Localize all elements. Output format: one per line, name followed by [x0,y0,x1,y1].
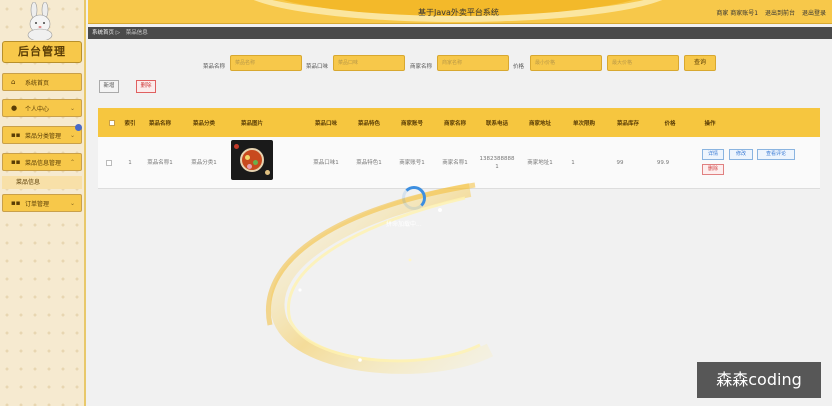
col-header: 菜品口味 [314,120,337,127]
cell-feature: 菜品特色1 [356,160,382,166]
col-header: 操作 [704,120,716,127]
taste-input[interactable]: 菜品口味 [333,55,405,71]
sidebar-item-dish-management[interactable]: ▪▪ 菜品信息管理 ⌃ [2,153,82,171]
sidebar-item-personal-center[interactable]: ● 个人中心 ⌄ [2,99,82,117]
cell-taste: 菜品口味1 [313,160,339,166]
sidebar: 后台管理 ⌂ 系统首页 ● 个人中心 ⌄ ▪▪ 菜品分类管理 ⌄ ▪▪ 菜品信息… [0,0,86,406]
col-header: 菜品特色 [357,120,380,127]
search-button[interactable]: 查询 [684,55,716,71]
cell-stock: 99 [616,160,624,166]
col-header: 商家账号 [400,120,423,127]
col-header: 单次限购 [572,120,595,127]
rabbit-mascot-icon [27,2,53,40]
cell-merchant-account: 商家账号1 [399,160,425,166]
sidebar-item-label: 订单管理 [25,200,50,208]
max-price-input[interactable]: 最大价格 [607,55,679,71]
sidebar-item-label: 菜品信息管理 [25,159,62,167]
col-header: 菜品库存 [616,120,639,127]
cell-phone: 13823888881 [479,156,515,170]
cell-address: 商家地址1 [527,160,553,166]
row-delete-button[interactable]: 删除 [702,164,724,175]
site-title: 基于Java外卖平台系统 [418,8,499,17]
col-header: 索引 [124,120,136,127]
admin-title: 后台管理 [2,41,82,63]
table-header: 索引 菜品名称 菜品分类 菜品图片 菜品口味 菜品特色 商家账号 商家名称 联系… [98,108,820,137]
grid-icon: ▪▪ [11,131,21,139]
cell-category: 菜品分类1 [191,160,217,166]
col-header: 菜品分类 [192,120,215,127]
top-header: 基于Java外卖平台系统 商家 商家账号1 退出到前台 退出登录 [88,0,832,24]
cell-index: 1 [128,160,132,166]
row-checkbox[interactable] [106,160,112,166]
sidebar-item-order-management[interactable]: ▪▪ 订单管理 ⌄ [2,194,82,212]
min-price-input[interactable]: 最小价格 [530,55,602,71]
cursor-indicator [75,124,82,131]
sidebar-item-home[interactable]: ⌂ 系统首页 [2,73,82,91]
col-header: 联系电话 [485,120,508,127]
grid-icon: ▪▪ [11,199,21,207]
search-label-price: 价格 [513,64,525,70]
sidebar-item-label: 菜品分类管理 [25,132,62,140]
detail-button[interactable]: 详情 [702,149,724,160]
dish-name-input[interactable]: 菜品名称 [230,55,302,71]
search-label-merchant: 商家名称 [410,64,433,70]
breadcrumb: 系统首页 ▷ 菜品信息 [88,27,832,39]
table-row: 1 菜品名称1 菜品分类1 菜品口味1 菜品特色1 商家账号1 商家名称1 13… [98,137,820,189]
user-icon: ● [11,104,18,112]
loading-spinner-icon [402,186,426,210]
chevron-down-icon: ⌄ [69,131,75,139]
current-user: 商家 商家账号1 [716,10,759,17]
logout-link[interactable]: 退出登录 [802,10,826,17]
sidebar-item-label: 个人中心 [25,105,50,113]
cell-price: 99.9 [656,160,670,166]
col-header: 商家地址 [528,120,551,127]
chevron-down-icon: ⌄ [69,104,75,112]
add-button[interactable]: 新增 [99,80,119,93]
top-links: 商家 商家账号1 退出到前台 退出登录 [711,8,826,17]
view-reviews-button[interactable]: 查看评论 [757,149,795,160]
cell-dish-name: 菜品名称1 [147,160,173,166]
select-all-checkbox[interactable] [102,108,122,137]
merchant-name-input[interactable]: 商家名称 [437,55,509,71]
delete-button[interactable]: 删除 [136,80,156,93]
loading-text: 拼命加载中... [386,221,422,228]
breadcrumb-separator-icon: ▷ [115,30,122,36]
breadcrumb-current: 菜品信息 [125,30,148,36]
home-icon: ⌂ [11,78,16,86]
col-header: 菜品名称 [148,120,171,127]
breadcrumb-home[interactable]: 系统首页 [92,30,114,36]
sidebar-item-label: 系统首页 [25,79,50,87]
sidebar-subitem-dish-info[interactable]: 菜品信息 [2,176,82,189]
col-header: 菜品图片 [240,120,263,127]
col-header: 价格 [664,120,676,127]
search-label-taste: 菜品口味 [306,64,329,70]
edit-button[interactable]: 修改 [729,149,753,160]
watermark: 森森coding [697,362,821,398]
grid-icon: ▪▪ [11,158,21,166]
chevron-up-icon: ⌃ [69,158,75,166]
search-label-dish-name: 菜品名称 [203,64,226,70]
dish-image [231,140,273,180]
sidebar-item-category-management[interactable]: ▪▪ 菜品分类管理 ⌄ [2,126,82,144]
cell-limit: 1 [571,160,575,166]
back-to-frontend-link[interactable]: 退出到前台 [765,10,795,17]
chevron-down-icon: ⌄ [69,199,75,207]
cell-merchant-name: 商家名称1 [442,160,468,166]
col-header: 商家名称 [443,120,466,127]
